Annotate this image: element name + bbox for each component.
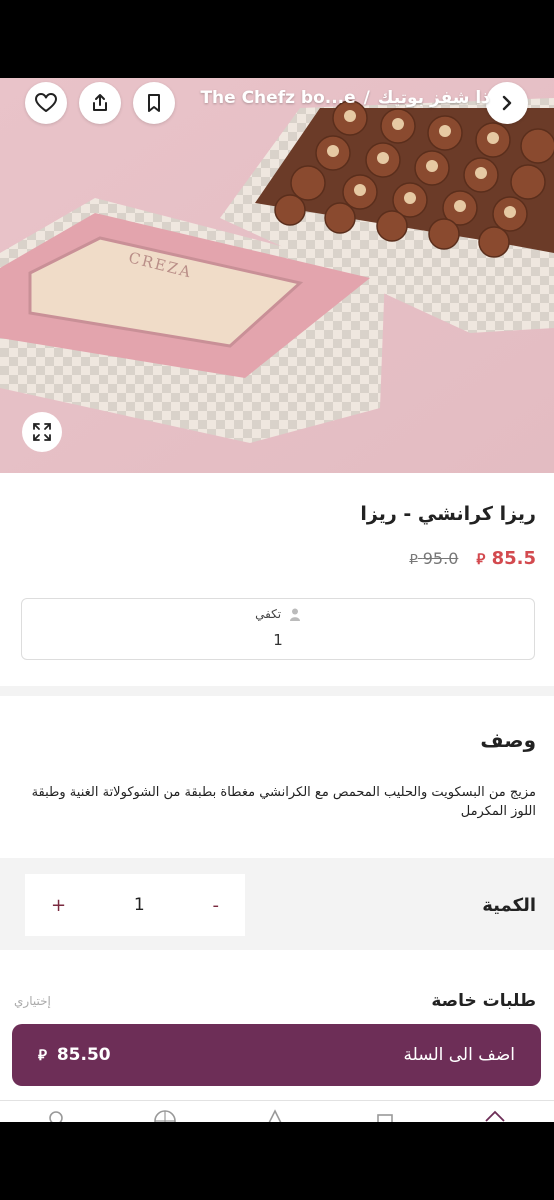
serves-option[interactable]: تكفي 1 (21, 598, 535, 660)
product-image[interactable]: CREZA ذا شفز بوتيك / The Chefz bo...e (0, 78, 554, 473)
serves-label: تكفي (255, 607, 282, 621)
share-icon (93, 94, 107, 111)
breadcrumb-separator: / (363, 88, 370, 108)
serves-value: 1 (273, 631, 283, 649)
globe-nav-icon[interactable] (154, 1109, 176, 1122)
bookmark-button[interactable] (133, 82, 175, 124)
currency-icon: ⃁ (409, 552, 418, 568)
home-nav-icon[interactable] (484, 1109, 506, 1122)
cart-price-value: 85.50 (56, 1045, 111, 1065)
section-divider (0, 686, 554, 696)
quantity-label: الكمية (482, 895, 536, 916)
cart-label: اضف الى السلة (403, 1045, 515, 1065)
decrease-button[interactable]: - (212, 895, 219, 916)
bookmark-icon (148, 94, 160, 112)
expand-image-button[interactable] (22, 412, 62, 452)
cart-price: ⃁ 85.50 (38, 1045, 111, 1065)
description-title: وصف (480, 728, 536, 752)
currency-icon: ⃁ (38, 1046, 47, 1064)
breadcrumb-brand[interactable]: The Chefz bo...e (200, 88, 355, 108)
drop-nav-icon[interactable] (264, 1109, 286, 1122)
breadcrumb-store[interactable]: ذا شفز بوتيك (378, 88, 490, 108)
current-price-value: 85.5 (491, 548, 536, 569)
increase-button[interactable]: + (51, 895, 66, 916)
currency-icon: ⃁ (476, 550, 486, 568)
bottom-nav (0, 1100, 554, 1122)
optional-label: إختياري (14, 994, 51, 1008)
search-nav-icon[interactable] (45, 1109, 67, 1122)
product-screen: CREZA ذا شفز بوتيك / The Chefz bo...e ري… (0, 78, 554, 1122)
expand-icon (33, 423, 51, 441)
old-price: 95.0 ⃁ (409, 549, 458, 568)
price-row: 85.5 ⃁ 95.0 ⃁ (409, 548, 536, 569)
back-button[interactable] (486, 82, 528, 124)
person-icon (289, 608, 300, 621)
quantity-section: الكمية + 1 - (0, 858, 554, 950)
share-button[interactable] (79, 82, 121, 124)
quantity-stepper: + 1 - (25, 874, 245, 936)
favorite-button[interactable] (25, 82, 67, 124)
old-price-value: 95.0 (422, 549, 459, 568)
description-text: مزيج من البسكويت والحليب المحمص مع الكرا… (31, 785, 536, 819)
top-bar: ذا شفز بوتيك / The Chefz bo...e (0, 78, 554, 126)
breadcrumb: ذا شفز بوتيك / The Chefz bo...e (200, 88, 490, 108)
bag-nav-icon[interactable] (374, 1109, 396, 1122)
product-photo (0, 78, 554, 473)
product-title: ريزا كرانشي - ريزا (360, 503, 536, 525)
quantity-value: 1 (133, 895, 145, 915)
current-price: 85.5 ⃁ (476, 548, 536, 569)
serves-label-row: تكفي (22, 607, 534, 622)
chevron-right-icon (502, 95, 512, 111)
add-to-cart-button[interactable]: ⃁ 85.50 اضف الى السلة (12, 1024, 541, 1086)
heart-icon (35, 93, 57, 112)
special-requests-title: طلبات خاصة (431, 991, 536, 1011)
